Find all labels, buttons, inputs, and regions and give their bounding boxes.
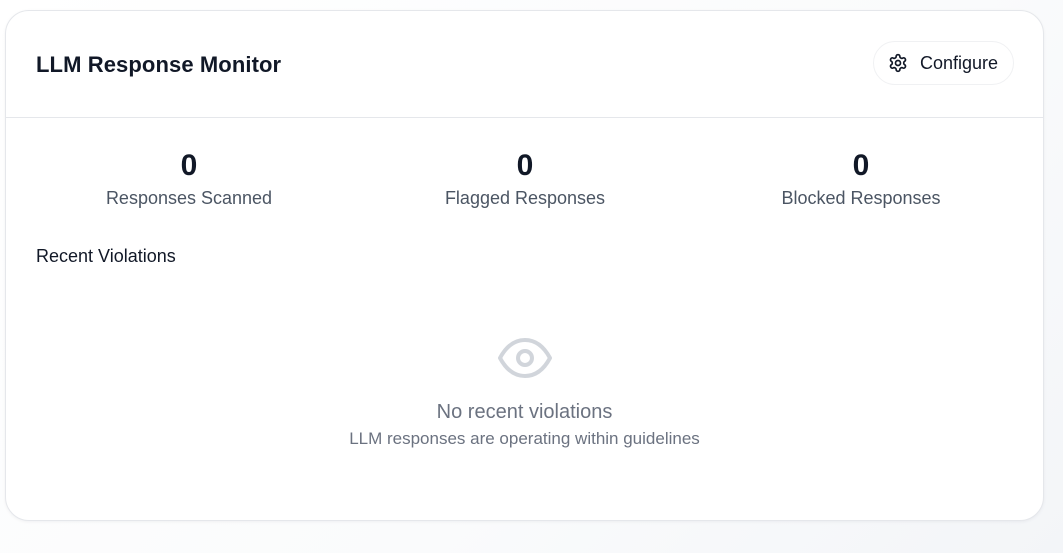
stat-responses-scanned: 0 Responses Scanned bbox=[39, 149, 339, 209]
stat-value: 0 bbox=[852, 149, 870, 182]
gear-icon bbox=[888, 53, 908, 73]
page-title: LLM Response Monitor bbox=[36, 52, 282, 77]
configure-button[interactable]: Configure bbox=[872, 41, 1014, 85]
monitor-card: LLM Response Monitor Configure 0 Respons… bbox=[5, 10, 1044, 521]
stat-value: 0 bbox=[180, 149, 198, 182]
stat-label: Flagged Responses bbox=[444, 188, 606, 208]
configure-label: Configure bbox=[919, 52, 998, 73]
card-header: LLM Response Monitor Configure bbox=[6, 11, 1043, 118]
empty-heading: No recent violations bbox=[436, 401, 613, 423]
stat-value: 0 bbox=[516, 149, 534, 182]
empty-state: No recent violations LLM responses are o… bbox=[6, 336, 1043, 450]
empty-subtext: LLM responses are operating within guide… bbox=[349, 429, 700, 448]
stat-label: Blocked Responses bbox=[781, 188, 941, 208]
recent-violations-title: Recent Violations bbox=[36, 246, 176, 266]
stat-flagged-responses: 0 Flagged Responses bbox=[375, 149, 675, 209]
eye-icon bbox=[497, 336, 553, 380]
stat-blocked-responses: 0 Blocked Responses bbox=[711, 149, 1011, 209]
stats-row: 0 Responses Scanned 0 Flagged Responses … bbox=[6, 149, 1043, 219]
stat-label: Responses Scanned bbox=[105, 188, 273, 208]
